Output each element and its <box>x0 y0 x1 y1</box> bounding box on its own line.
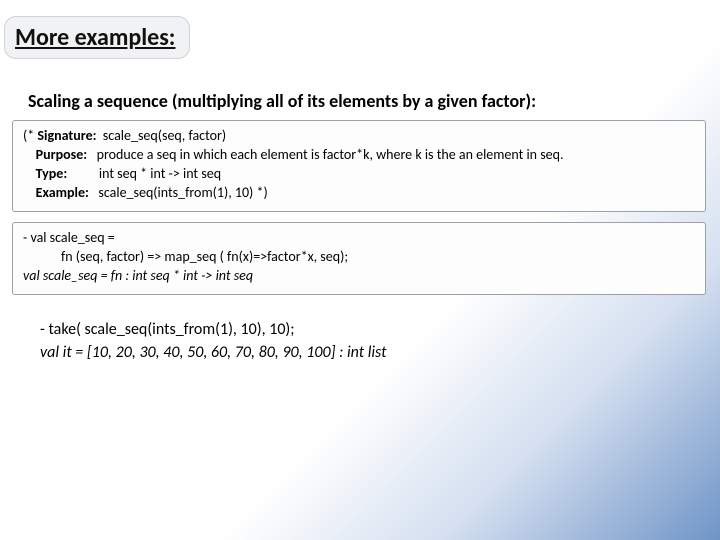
invocation-call: - take( scale_seq(ints_from(1), 10), 10)… <box>40 318 690 341</box>
defn-line-1: - val scale_seq = <box>23 229 695 248</box>
signature-value: scale_seq(seq, factor) <box>100 127 227 144</box>
definition-box: - val scale_seq = fn (seq, factor) => ma… <box>12 222 706 295</box>
indent <box>23 146 36 163</box>
section-title: More examples: <box>4 16 190 59</box>
example-value: scale_seq(ints_from(1), 10) *) <box>92 184 268 201</box>
spec-type-line: Type: int seq * int -> int seq <box>23 165 695 184</box>
invocation-result: val it = [10, 20, 30, 40, 50, 60, 70, 80… <box>40 341 690 364</box>
type-value: int seq * int -> int seq <box>70 165 221 182</box>
slide: More examples: Scaling a sequence (multi… <box>0 0 720 540</box>
purpose-value: produce a seq in which each element is f… <box>90 146 563 163</box>
defn-line-2: fn (seq, factor) => map_seq ( fn(x)=>fac… <box>23 248 695 267</box>
purpose-label: Purpose: <box>36 146 91 163</box>
spec-signature-line: (* Signature: scale_seq(seq, factor) <box>23 127 695 146</box>
indent <box>23 165 36 182</box>
subtitle: Scaling a sequence (multiplying all of i… <box>28 90 536 112</box>
spec-example-line: Example: scale_seq(ints_from(1), 10) *) <box>23 184 695 203</box>
spec-purpose-line: Purpose: produce a seq in which each ele… <box>23 146 695 165</box>
comment-open: (* <box>23 127 37 144</box>
type-label: Type: <box>36 165 71 182</box>
defn-result: val scale_seq = fn : int seq * int -> in… <box>23 267 695 286</box>
example-label: Example: <box>36 184 92 201</box>
spec-comment-box: (* Signature: scale_seq(seq, factor) Pur… <box>12 120 706 212</box>
signature-label: Signature: <box>37 127 99 144</box>
invocation-block: - take( scale_seq(ints_from(1), 10), 10)… <box>40 318 690 364</box>
indent <box>23 184 36 201</box>
